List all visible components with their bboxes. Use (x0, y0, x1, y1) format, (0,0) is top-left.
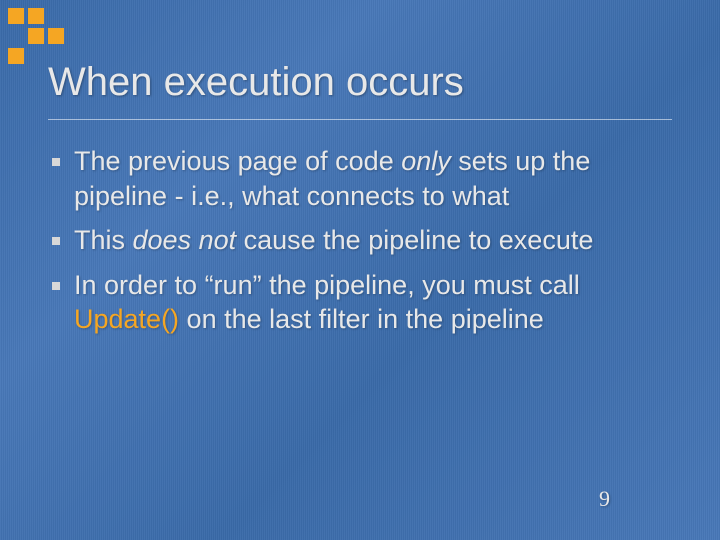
bullet-item: In order to “run” the pipeline, you must… (52, 268, 672, 337)
slide: When execution occurs The previous page … (0, 0, 720, 540)
bullet-item: The previous page of code only sets up t… (52, 144, 672, 213)
title-underline (48, 119, 672, 120)
bullet-text: The previous page of code only sets up t… (74, 144, 672, 213)
bullet-item: This does not cause the pipeline to exec… (52, 223, 672, 258)
bullet-marker-icon (52, 158, 60, 166)
bullet-text: In order to “run” the pipeline, you must… (74, 268, 672, 337)
bullet-marker-icon (52, 237, 60, 245)
slide-title: When execution occurs (48, 60, 672, 105)
bullet-text: This does not cause the pipeline to exec… (74, 223, 593, 258)
bullet-list: The previous page of code only sets up t… (48, 144, 672, 337)
page-number: 9 (599, 486, 610, 512)
bullet-marker-icon (52, 282, 60, 290)
